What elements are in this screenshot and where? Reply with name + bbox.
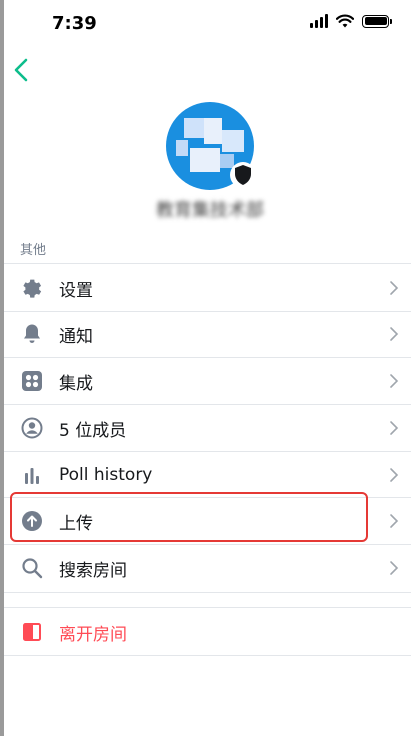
bar-chart-icon: [20, 463, 44, 487]
divider: [4, 263, 411, 264]
notifications-label: 通知: [59, 326, 93, 347]
integrations-grid-icon: [20, 369, 44, 393]
cellular-signal-icon: [310, 14, 328, 28]
leave-room-row[interactable]: 离开房间: [4, 609, 411, 655]
search-icon: [20, 556, 44, 580]
user-circle-icon: [20, 416, 44, 440]
notifications-row[interactable]: 通知: [4, 311, 411, 357]
back-chevron-icon[interactable]: [10, 56, 34, 84]
leave-door-icon: [20, 620, 44, 644]
chevron-right-icon: [390, 281, 399, 295]
status-bar: 7:39: [4, 0, 411, 48]
chevron-right-icon: [390, 468, 399, 482]
chevron-right-icon: [390, 561, 399, 575]
members-label: 5 位成员: [59, 420, 127, 441]
poll-history-row[interactable]: Poll history: [4, 452, 411, 498]
divider: [4, 655, 411, 656]
bell-icon: [20, 322, 44, 346]
wifi-icon: [336, 14, 354, 28]
members-row[interactable]: 5 位成员: [4, 405, 411, 451]
section-gap: [4, 593, 411, 607]
poll-history-label: Poll history: [59, 465, 153, 485]
status-time: 7:39: [52, 13, 97, 34]
settings-row[interactable]: 设置: [4, 265, 411, 311]
chevron-right-icon: [390, 421, 399, 435]
integrations-row[interactable]: 集成: [4, 358, 411, 404]
upload-row[interactable]: 上传: [4, 498, 411, 544]
room-name: 教育集技术部: [156, 200, 264, 221]
room-avatar-container[interactable]: [166, 102, 256, 190]
chevron-right-icon: [390, 327, 399, 341]
chevron-right-icon: [390, 374, 399, 388]
settings-label: 设置: [59, 280, 93, 301]
chevron-right-icon: [390, 514, 399, 528]
gear-icon: [20, 276, 44, 300]
upload-arrow-icon: [20, 509, 44, 533]
section-header-other: 其他: [20, 243, 47, 258]
status-icons: [310, 14, 392, 28]
encryption-shield-icon: [230, 162, 256, 188]
leave-room-label: 离开房间: [59, 624, 127, 645]
divider: [4, 607, 411, 608]
integrations-label: 集成: [59, 373, 93, 394]
battery-icon: [362, 14, 392, 28]
search-room-row[interactable]: 搜索房间: [4, 545, 411, 591]
search-room-label: 搜索房间: [59, 560, 127, 581]
upload-label: 上传: [59, 513, 93, 534]
